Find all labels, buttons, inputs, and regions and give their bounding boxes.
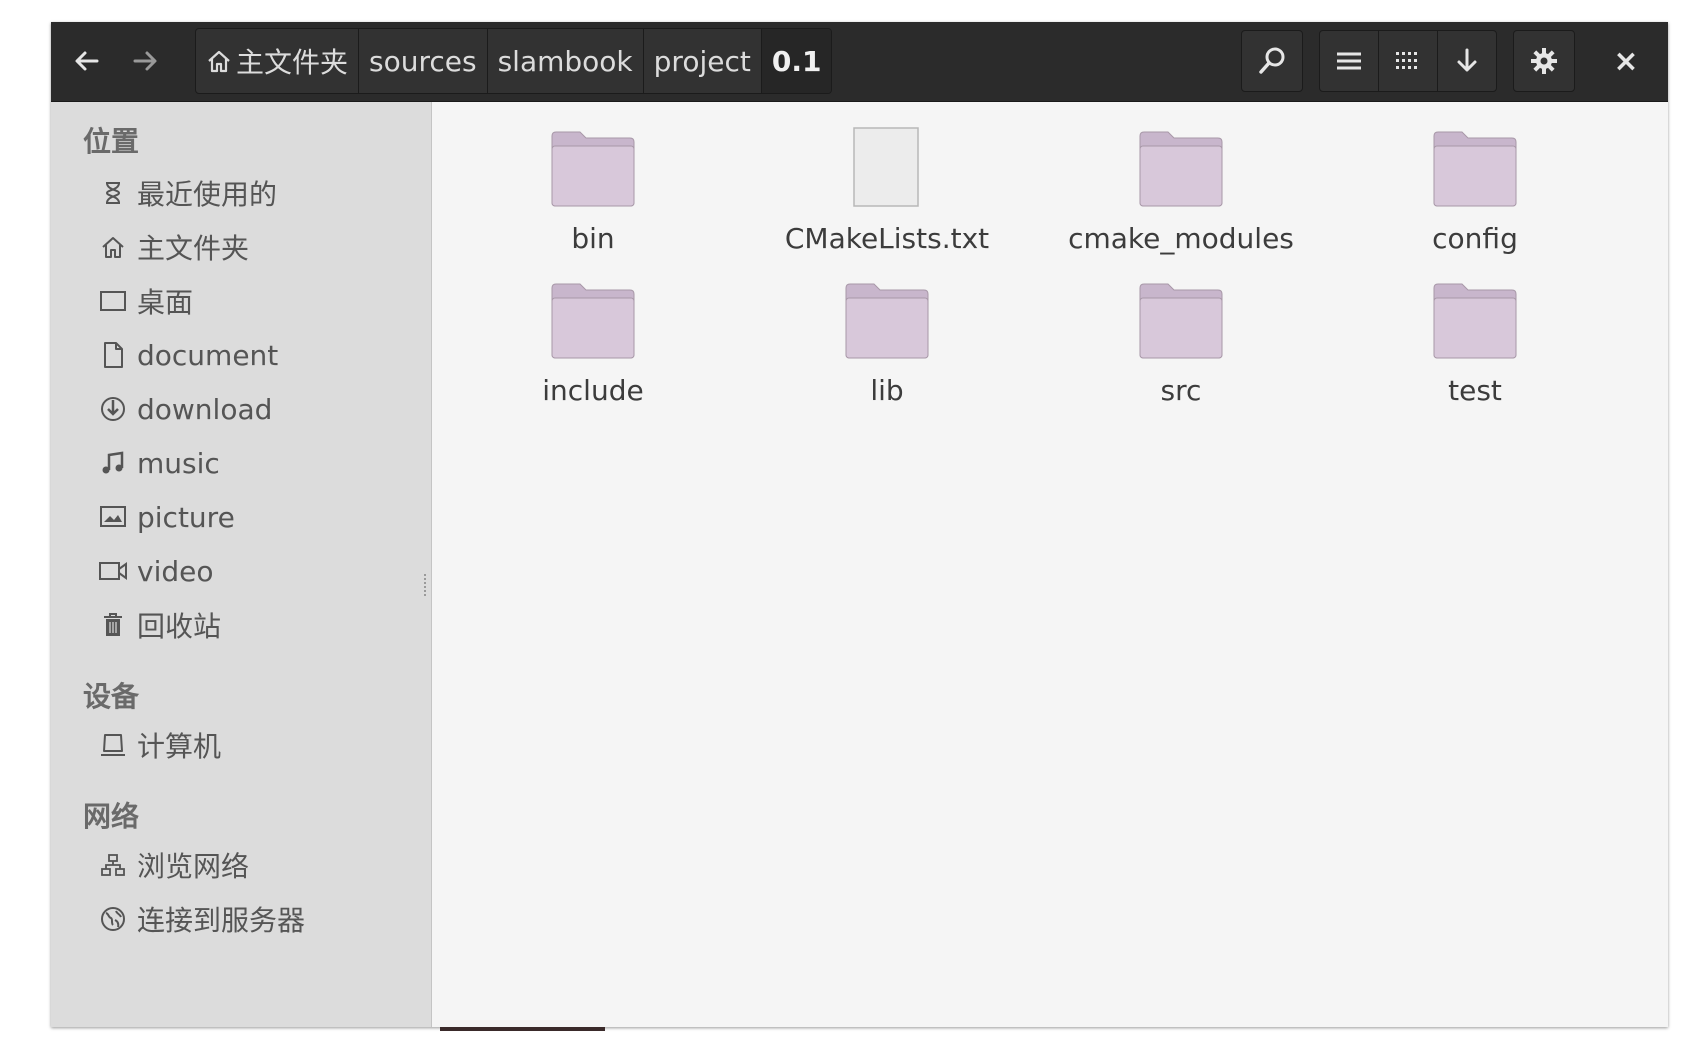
sidebar-item-music[interactable]: music — [97, 441, 220, 485]
desktop-icon — [97, 285, 129, 317]
sidebar-item-label: 计算机 — [137, 730, 222, 763]
sidebar: 位置 最近使用的 主文件夹 桌面 document download music… — [51, 102, 432, 1027]
file-item-lib[interactable]: lib — [757, 272, 1017, 422]
computer-icon — [97, 729, 129, 761]
document-icon — [97, 339, 129, 371]
search-button[interactable] — [1241, 30, 1303, 92]
background-window-edge — [440, 1027, 605, 1031]
close-button[interactable]: × — [1591, 30, 1661, 92]
sidebar-item-label: music — [137, 446, 220, 480]
file-name: config — [1432, 222, 1518, 255]
file-name: src — [1160, 374, 1202, 407]
sidebar-item-download[interactable]: download — [97, 387, 272, 431]
file-item-cmakelists[interactable]: CMakeLists.txt — [757, 120, 1017, 270]
sidebar-item-document[interactable]: document — [97, 333, 278, 377]
hourglass-icon — [97, 177, 129, 209]
file-item-config[interactable]: config — [1345, 120, 1605, 270]
sidebar-item-desktop[interactable]: 桌面 — [97, 279, 193, 323]
breadcrumb-label: 主文件夹 — [236, 46, 349, 79]
trash-icon — [97, 609, 129, 641]
list-view-icon — [1337, 52, 1361, 70]
file-name: test — [1448, 374, 1502, 407]
section-heading-network: 网络 — [83, 800, 140, 833]
home-icon — [208, 50, 230, 73]
download-button[interactable] — [1438, 31, 1496, 91]
home-icon — [97, 231, 129, 263]
music-icon — [97, 447, 129, 479]
folder-icon — [1425, 120, 1525, 208]
file-item-src[interactable]: src — [1051, 272, 1311, 422]
breadcrumb-home[interactable]: 主文件夹 — [196, 29, 360, 93]
file-name: include — [542, 374, 644, 407]
section-heading-places: 位置 — [83, 125, 140, 158]
view-controls — [1319, 30, 1497, 92]
sidebar-item-label: 桌面 — [137, 286, 194, 319]
breadcrumb-label: 0.1 — [771, 44, 822, 78]
file-manager-window: 主文件夹 sources slambook project 0.1 × 位置 最… — [51, 22, 1668, 1027]
sidebar-item-label: picture — [137, 500, 235, 534]
sidebar-item-label: 最近使用的 — [137, 178, 278, 211]
breadcrumb: 主文件夹 sources slambook project 0.1 — [195, 28, 833, 94]
file-item-bin[interactable]: bin — [463, 120, 723, 270]
file-name: lib — [870, 374, 904, 407]
back-button[interactable] — [59, 30, 115, 92]
list-view-button[interactable] — [1320, 31, 1379, 91]
breadcrumb-current[interactable]: 0.1 — [761, 29, 832, 93]
grid-view-button[interactable] — [1379, 31, 1438, 91]
breadcrumb-project[interactable]: project — [644, 29, 762, 93]
folder-icon — [837, 272, 937, 360]
breadcrumb-slambook[interactable]: slambook — [488, 29, 644, 93]
sidebar-item-connect-server[interactable]: 连接到服务器 — [97, 897, 305, 941]
download-icon — [97, 393, 129, 425]
sidebar-item-computer[interactable]: 计算机 — [97, 723, 221, 767]
globe-icon — [97, 903, 129, 935]
breadcrumb-sources[interactable]: sources — [359, 29, 488, 93]
picture-icon — [97, 501, 129, 533]
folder-icon — [1131, 120, 1231, 208]
sidebar-item-recent[interactable]: 最近使用的 — [97, 171, 277, 215]
download-arrow-icon — [1457, 48, 1477, 72]
sidebar-item-video[interactable]: video — [97, 549, 213, 593]
breadcrumb-label: sources — [369, 44, 477, 78]
forward-button[interactable] — [117, 30, 173, 92]
file-name: cmake_modules — [1068, 222, 1294, 255]
file-item-test[interactable]: test — [1345, 272, 1605, 422]
sidebar-item-label: video — [137, 554, 214, 588]
sidebar-item-label: 回收站 — [137, 610, 222, 643]
folder-icon — [543, 120, 643, 208]
arrow-left-icon — [75, 51, 99, 71]
breadcrumb-label: project — [653, 44, 751, 78]
sidebar-item-label: 连接到服务器 — [137, 904, 306, 937]
text-file-icon — [837, 120, 937, 208]
sidebar-item-trash[interactable]: 回收站 — [97, 603, 221, 647]
sidebar-item-label: 浏览网络 — [137, 850, 250, 883]
grid-view-icon — [1396, 52, 1417, 69]
network-icon — [97, 849, 129, 881]
search-icon — [1259, 47, 1285, 74]
arrow-right-icon — [133, 51, 157, 71]
folder-icon — [1131, 272, 1231, 360]
section-heading-devices: 设备 — [83, 680, 140, 713]
sidebar-item-home[interactable]: 主文件夹 — [97, 225, 249, 269]
sidebar-item-browse-network[interactable]: 浏览网络 — [97, 843, 249, 887]
video-icon — [97, 555, 129, 587]
sidebar-resize-handle[interactable] — [424, 574, 430, 596]
breadcrumb-label: slambook — [497, 44, 633, 78]
header-bar: 主文件夹 sources slambook project 0.1 × — [51, 22, 1668, 102]
sidebar-item-label: 主文件夹 — [137, 232, 250, 265]
file-item-cmake-modules[interactable]: cmake_modules — [1051, 120, 1311, 270]
sidebar-item-label: document — [137, 338, 279, 372]
file-view: bin CMakeLists.txt cmake_modules config — [432, 102, 1668, 1027]
file-item-include[interactable]: include — [463, 272, 723, 422]
sidebar-item-label: download — [137, 392, 273, 426]
file-name: bin — [571, 222, 615, 255]
file-name: CMakeLists.txt — [784, 222, 990, 255]
sidebar-item-picture[interactable]: picture — [97, 495, 235, 539]
gear-icon — [1531, 48, 1557, 74]
settings-button[interactable] — [1513, 30, 1575, 92]
folder-icon — [543, 272, 643, 360]
folder-icon — [1425, 272, 1525, 360]
